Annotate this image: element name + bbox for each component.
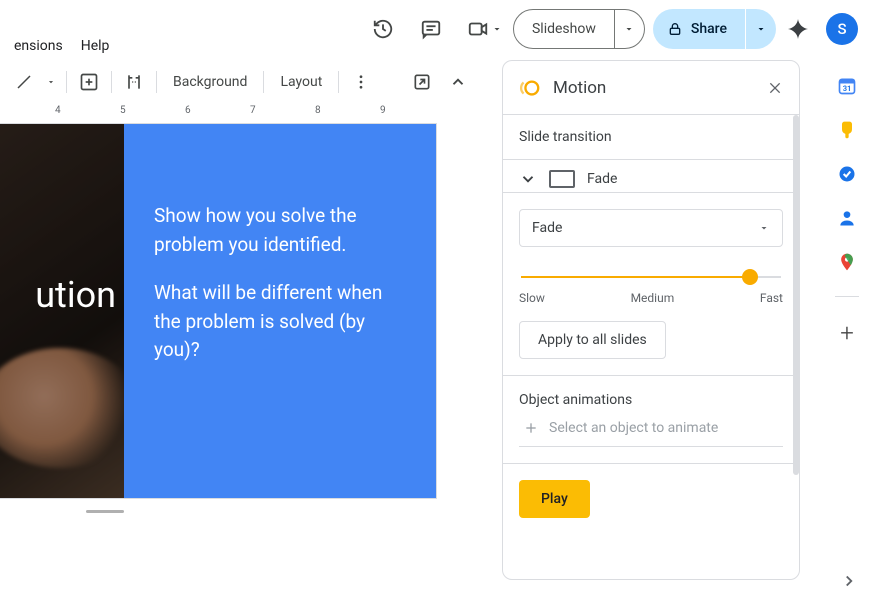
- apply-to-all-button[interactable]: Apply to all slides: [519, 321, 666, 359]
- motion-icon: [519, 77, 541, 99]
- select-object-label: Select an object to animate: [549, 420, 718, 436]
- slider-thumb[interactable]: [742, 269, 758, 285]
- share-button[interactable]: Share: [653, 9, 745, 49]
- slide-paragraph: Show how you solve the problem you ident…: [154, 202, 408, 259]
- calendar-icon[interactable]: 31: [837, 76, 857, 96]
- toolbar-divider: [338, 71, 339, 93]
- contacts-icon[interactable]: [837, 208, 857, 228]
- history-icon[interactable]: [363, 9, 403, 49]
- speed-slider[interactable]: [521, 269, 781, 285]
- speed-label-slow: Slow: [519, 291, 545, 305]
- toolbar-divider: [156, 71, 157, 93]
- collapse-toolbar[interactable]: [442, 66, 474, 98]
- slide-image-area: ution: [0, 124, 124, 498]
- slide-thumbnail-icon: [549, 170, 575, 188]
- toolbar-divider: [66, 71, 67, 93]
- speed-label-fast: Fast: [760, 291, 783, 305]
- more-tools[interactable]: [345, 66, 377, 98]
- panel-title: Motion: [553, 78, 767, 98]
- add-addon-button[interactable]: +: [840, 321, 854, 345]
- background-button[interactable]: Background: [163, 66, 257, 98]
- collapse-transition[interactable]: [519, 170, 537, 188]
- open-in-new-tool[interactable]: [406, 66, 438, 98]
- svg-text:31: 31: [843, 84, 852, 93]
- toolbar-divider: [111, 71, 112, 93]
- play-button[interactable]: Play: [519, 480, 590, 518]
- share-dropdown[interactable]: [746, 9, 776, 49]
- motion-panel: Motion Slide transition Fade Fade: [502, 60, 800, 580]
- side-panel-rail: 31 +: [820, 68, 874, 345]
- chevron-down-icon: [758, 222, 770, 234]
- toolbar-divider: [263, 71, 264, 93]
- gemini-icon[interactable]: [784, 15, 812, 43]
- account-avatar[interactable]: S: [826, 13, 858, 45]
- slideshow-dropdown[interactable]: [615, 9, 645, 49]
- video-call-icon[interactable]: [459, 9, 505, 49]
- slide-canvas[interactable]: ution Show how you solve the problem you…: [0, 124, 436, 498]
- lock-icon: [667, 21, 683, 37]
- maps-icon[interactable]: [837, 252, 857, 272]
- line-tool[interactable]: [8, 66, 40, 98]
- slide-text-area[interactable]: Show how you solve the problem you ident…: [124, 124, 436, 498]
- transition-type-select[interactable]: Fade: [519, 209, 783, 247]
- add-object-animation[interactable]: Select an object to animate: [519, 420, 783, 447]
- transition-name: Fade: [587, 171, 617, 187]
- hide-side-panel[interactable]: [840, 572, 858, 590]
- keep-icon[interactable]: [837, 120, 857, 140]
- plus-icon: [523, 420, 539, 436]
- speed-label-medium: Medium: [631, 291, 675, 305]
- transition-select-value: Fade: [532, 220, 562, 236]
- comments-icon[interactable]: [411, 9, 451, 49]
- layout-button[interactable]: Layout: [270, 66, 332, 98]
- object-animations-heading: Object animations: [519, 392, 783, 408]
- slide-paragraph: What will be different when the problem …: [154, 279, 408, 365]
- line-tool-dropdown[interactable]: [42, 66, 60, 98]
- panel-scrollbar[interactable]: [793, 115, 799, 475]
- slide-title-fragment: ution: [35, 274, 116, 316]
- slideshow-button[interactable]: Slideshow: [513, 9, 615, 49]
- share-label: Share: [691, 21, 727, 37]
- slide-transition-heading: Slide transition: [519, 129, 783, 145]
- transition-tool[interactable]: [118, 66, 150, 98]
- slide-pager-indicator[interactable]: [86, 510, 124, 513]
- close-panel-button[interactable]: [767, 80, 783, 96]
- rail-separator: [835, 296, 859, 297]
- tasks-icon[interactable]: [837, 164, 857, 184]
- add-comment-tool[interactable]: [73, 66, 105, 98]
- horizontal-ruler: 4 5 6 7 8 9: [0, 104, 480, 122]
